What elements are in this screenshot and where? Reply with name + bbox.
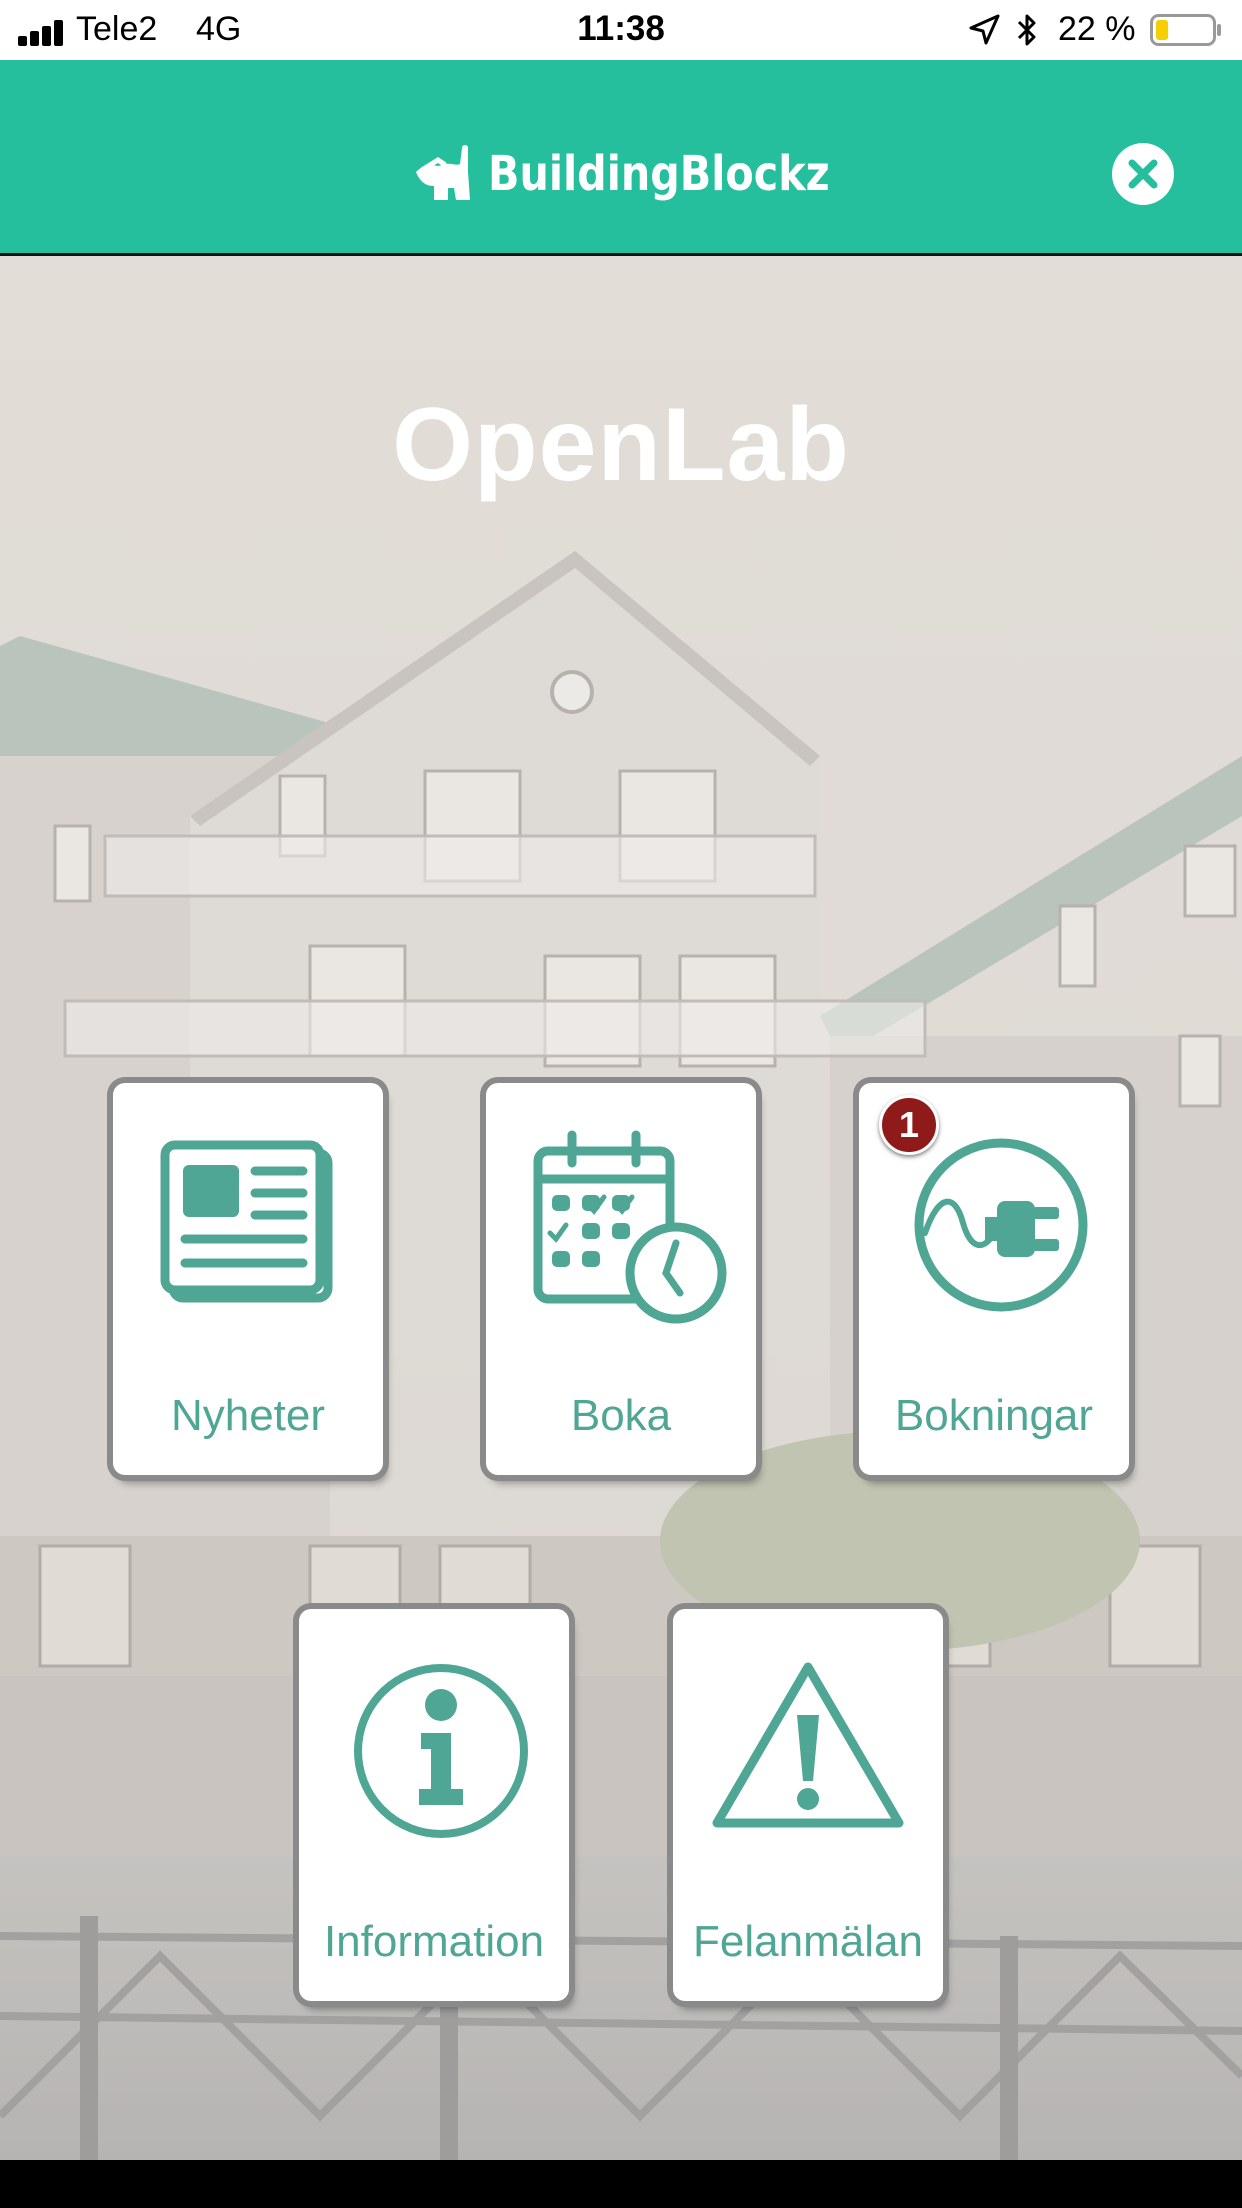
tile-bokningar[interactable]: 1 Bokningar — [859, 1083, 1129, 1475]
main-content: OpenLab Nyheter Boka 1 Bokningar Informa… — [0, 253, 1242, 2160]
tile-label: Felanmälan — [693, 1917, 923, 1966]
tile-label: Nyheter — [170, 1391, 326, 1440]
logo: BuildingBlockz — [412, 142, 832, 212]
tile-felanmalan[interactable]: Felanmälan — [673, 1609, 943, 2001]
bottom-bar — [0, 2160, 1242, 2208]
logo-hand-icon — [416, 145, 470, 200]
tile-label: Bokningar — [894, 1391, 1094, 1440]
bluetooth-icon — [1017, 14, 1036, 46]
logo-text: BuildingBlockz — [488, 146, 830, 202]
app-header: BuildingBlockz — [0, 60, 1242, 253]
close-icon — [1128, 159, 1158, 189]
notification-badge: 1 — [879, 1095, 939, 1155]
status-time: 11:38 — [577, 9, 665, 48]
tile-boka[interactable]: Boka — [486, 1083, 756, 1475]
close-button[interactable] — [1112, 143, 1174, 205]
tile-label: Information — [323, 1917, 545, 1966]
battery-icon — [1150, 14, 1221, 46]
location-icon — [969, 14, 1000, 45]
tile-information[interactable]: Information — [299, 1609, 569, 2001]
battery-percent: 22 % — [1058, 10, 1136, 48]
tile-nyheter[interactable]: Nyheter — [113, 1083, 383, 1475]
tile-label: Boka — [570, 1391, 672, 1440]
status-bar: Tele2 4G 11:38 22 % — [0, 0, 1242, 60]
page-title: OpenLab — [392, 387, 850, 503]
